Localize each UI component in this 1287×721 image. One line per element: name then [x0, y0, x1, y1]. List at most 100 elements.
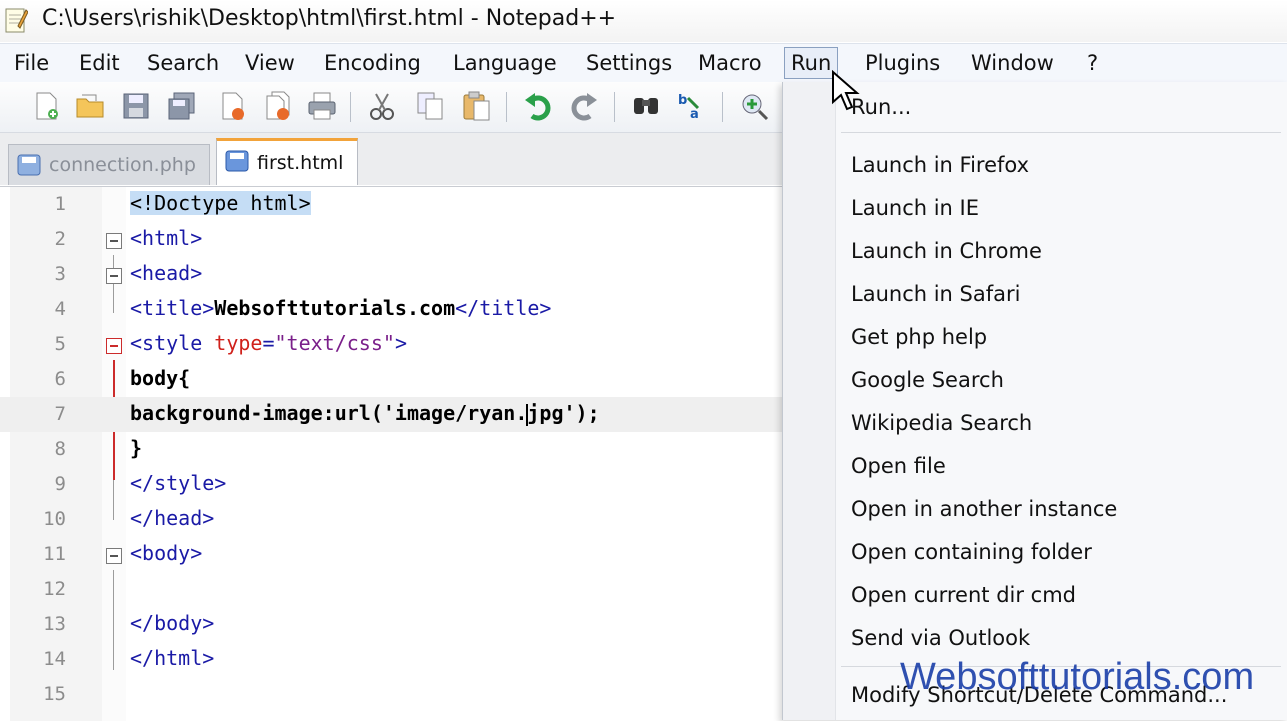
menu-macro[interactable]: Macro — [692, 48, 768, 78]
code-line: 4 <title>Websofttutorials.com</title> — [0, 292, 790, 327]
menu-file[interactable]: File — [8, 48, 55, 78]
svg-text:a: a — [690, 107, 699, 122]
toolbar-separator — [506, 92, 507, 122]
find-icon[interactable] — [630, 90, 662, 122]
line-number: 6 — [54, 368, 66, 390]
tab-strip: connection.php first.html — [0, 133, 790, 185]
svg-text:b: b — [678, 93, 687, 108]
code-line: 1 <!Doctype html> — [0, 187, 790, 222]
code-line: 12 — [0, 572, 790, 607]
menu-plugins[interactable]: Plugins — [859, 48, 946, 78]
menu-language[interactable]: Language — [447, 48, 563, 78]
line-number: 2 — [54, 228, 66, 250]
html-tag: <body> — [130, 541, 203, 565]
cut-icon[interactable] — [366, 90, 398, 122]
menu-settings[interactable]: Settings — [580, 48, 678, 78]
menu-view[interactable]: View — [239, 48, 301, 78]
menu-encoding[interactable]: Encoding — [318, 48, 427, 78]
html-tag: </style> — [130, 471, 227, 495]
menu-icon-gutter — [783, 82, 836, 720]
line-number: 7 — [54, 403, 66, 425]
notepad-icon[interactable] — [4, 6, 28, 34]
code-line: 3 <head> — [0, 257, 790, 292]
html-tag: <style — [130, 331, 215, 355]
undo-icon[interactable] — [522, 90, 554, 122]
html-tag: <title> — [130, 296, 215, 320]
menu-item-send-outlook[interactable]: Send via Outlook — [851, 621, 1030, 655]
menu-separator — [841, 132, 1281, 133]
line-number: 11 — [43, 543, 66, 565]
open-file-icon[interactable] — [74, 90, 106, 122]
fold-collapse-icon[interactable] — [106, 338, 122, 354]
code-line: 5 <style type="text/css"> — [0, 327, 790, 362]
menu-item-launch-ie[interactable]: Launch in IE — [851, 191, 979, 225]
menu-item-open-another-instance[interactable]: Open in another instance — [851, 492, 1117, 526]
menu-item-launch-safari[interactable]: Launch in Safari — [851, 277, 1020, 311]
menu-item-open-file[interactable]: Open file — [851, 449, 946, 483]
code-editor[interactable]: 1 <!Doctype html> 2 <html> 3 <head> 4 <t… — [0, 186, 790, 721]
menu-item-wikipedia-search[interactable]: Wikipedia Search — [851, 406, 1032, 440]
file-saved-icon — [225, 150, 249, 172]
paste-icon[interactable] — [460, 90, 492, 122]
new-file-icon[interactable] — [30, 90, 62, 122]
line-number: 14 — [43, 648, 66, 670]
fold-collapse-icon[interactable] — [106, 233, 122, 249]
menu-item-google-search[interactable]: Google Search — [851, 363, 1004, 397]
menu-item-php-help[interactable]: Get php help — [851, 320, 987, 354]
file-saved-icon — [17, 154, 41, 176]
close-icon[interactable] — [216, 90, 248, 122]
menu-edit[interactable]: Edit — [73, 48, 126, 78]
line-number: 15 — [43, 683, 66, 705]
toolbar: ba — [0, 82, 790, 133]
line-number: 8 — [54, 438, 66, 460]
menu-search[interactable]: Search — [141, 48, 225, 78]
save-all-icon[interactable] — [166, 90, 198, 122]
attribute-token: type — [214, 331, 263, 355]
html-tag: <head> — [130, 261, 203, 285]
zoom-in-icon[interactable] — [738, 90, 770, 122]
line-number: 5 — [54, 333, 66, 355]
line-number: 10 — [43, 508, 66, 530]
copy-icon[interactable] — [414, 90, 446, 122]
toolbar-separator — [350, 92, 351, 122]
tab-connection-php[interactable]: connection.php — [8, 144, 210, 185]
tab-first-html[interactable]: first.html — [216, 138, 358, 185]
line-number: 9 — [54, 473, 66, 495]
html-tag: </body> — [130, 611, 215, 635]
code-line: 15 — [0, 677, 790, 712]
run-menu-dropdown: Run... Launch in Firefox Launch in IE La… — [782, 82, 1287, 720]
string-token: "text/css" — [274, 331, 395, 355]
menu-window[interactable]: Window — [965, 48, 1060, 78]
redo-icon[interactable] — [568, 90, 600, 122]
menu-item-launch-chrome[interactable]: Launch in Chrome — [851, 234, 1042, 268]
css-selector: body{ — [130, 366, 191, 390]
css-brace: } — [130, 436, 143, 460]
css-declaration: background-image:url('image/ryan. — [130, 401, 528, 425]
toolbar-separator — [722, 92, 723, 122]
code-line: 6 body{ — [0, 362, 790, 397]
tab-label: first.html — [257, 152, 344, 174]
fold-collapse-icon[interactable] — [106, 548, 122, 564]
close-all-icon[interactable] — [262, 90, 294, 122]
code-line: 14 </html> — [0, 642, 790, 677]
html-tag: </title> — [455, 296, 552, 320]
menu-item-launch-firefox[interactable]: Launch in Firefox — [851, 148, 1029, 182]
line-number: 1 — [54, 193, 66, 215]
menu-item-open-dir-cmd[interactable]: Open current dir cmd — [851, 578, 1076, 612]
html-tag: </html> — [130, 646, 215, 670]
line-number: 12 — [43, 578, 66, 600]
menu-help[interactable]: ? — [1081, 48, 1104, 78]
code-line: 8 } — [0, 432, 790, 467]
mouse-cursor-icon — [832, 70, 860, 111]
code-line: 13 </body> — [0, 607, 790, 642]
html-tag: > — [394, 331, 407, 355]
text-token: Websofttutorials.com — [214, 296, 456, 320]
title-bar: C:\Users\rishik\Desktop\html\first.html … — [0, 0, 1287, 42]
css-declaration: jpg'); — [527, 401, 600, 425]
save-icon[interactable] — [120, 90, 152, 122]
fold-collapse-icon[interactable] — [106, 268, 122, 284]
code-line: 9 </style> — [0, 467, 790, 502]
print-icon[interactable] — [306, 90, 338, 122]
menu-item-open-containing-folder[interactable]: Open containing folder — [851, 535, 1092, 569]
replace-icon[interactable]: ba — [676, 90, 708, 122]
